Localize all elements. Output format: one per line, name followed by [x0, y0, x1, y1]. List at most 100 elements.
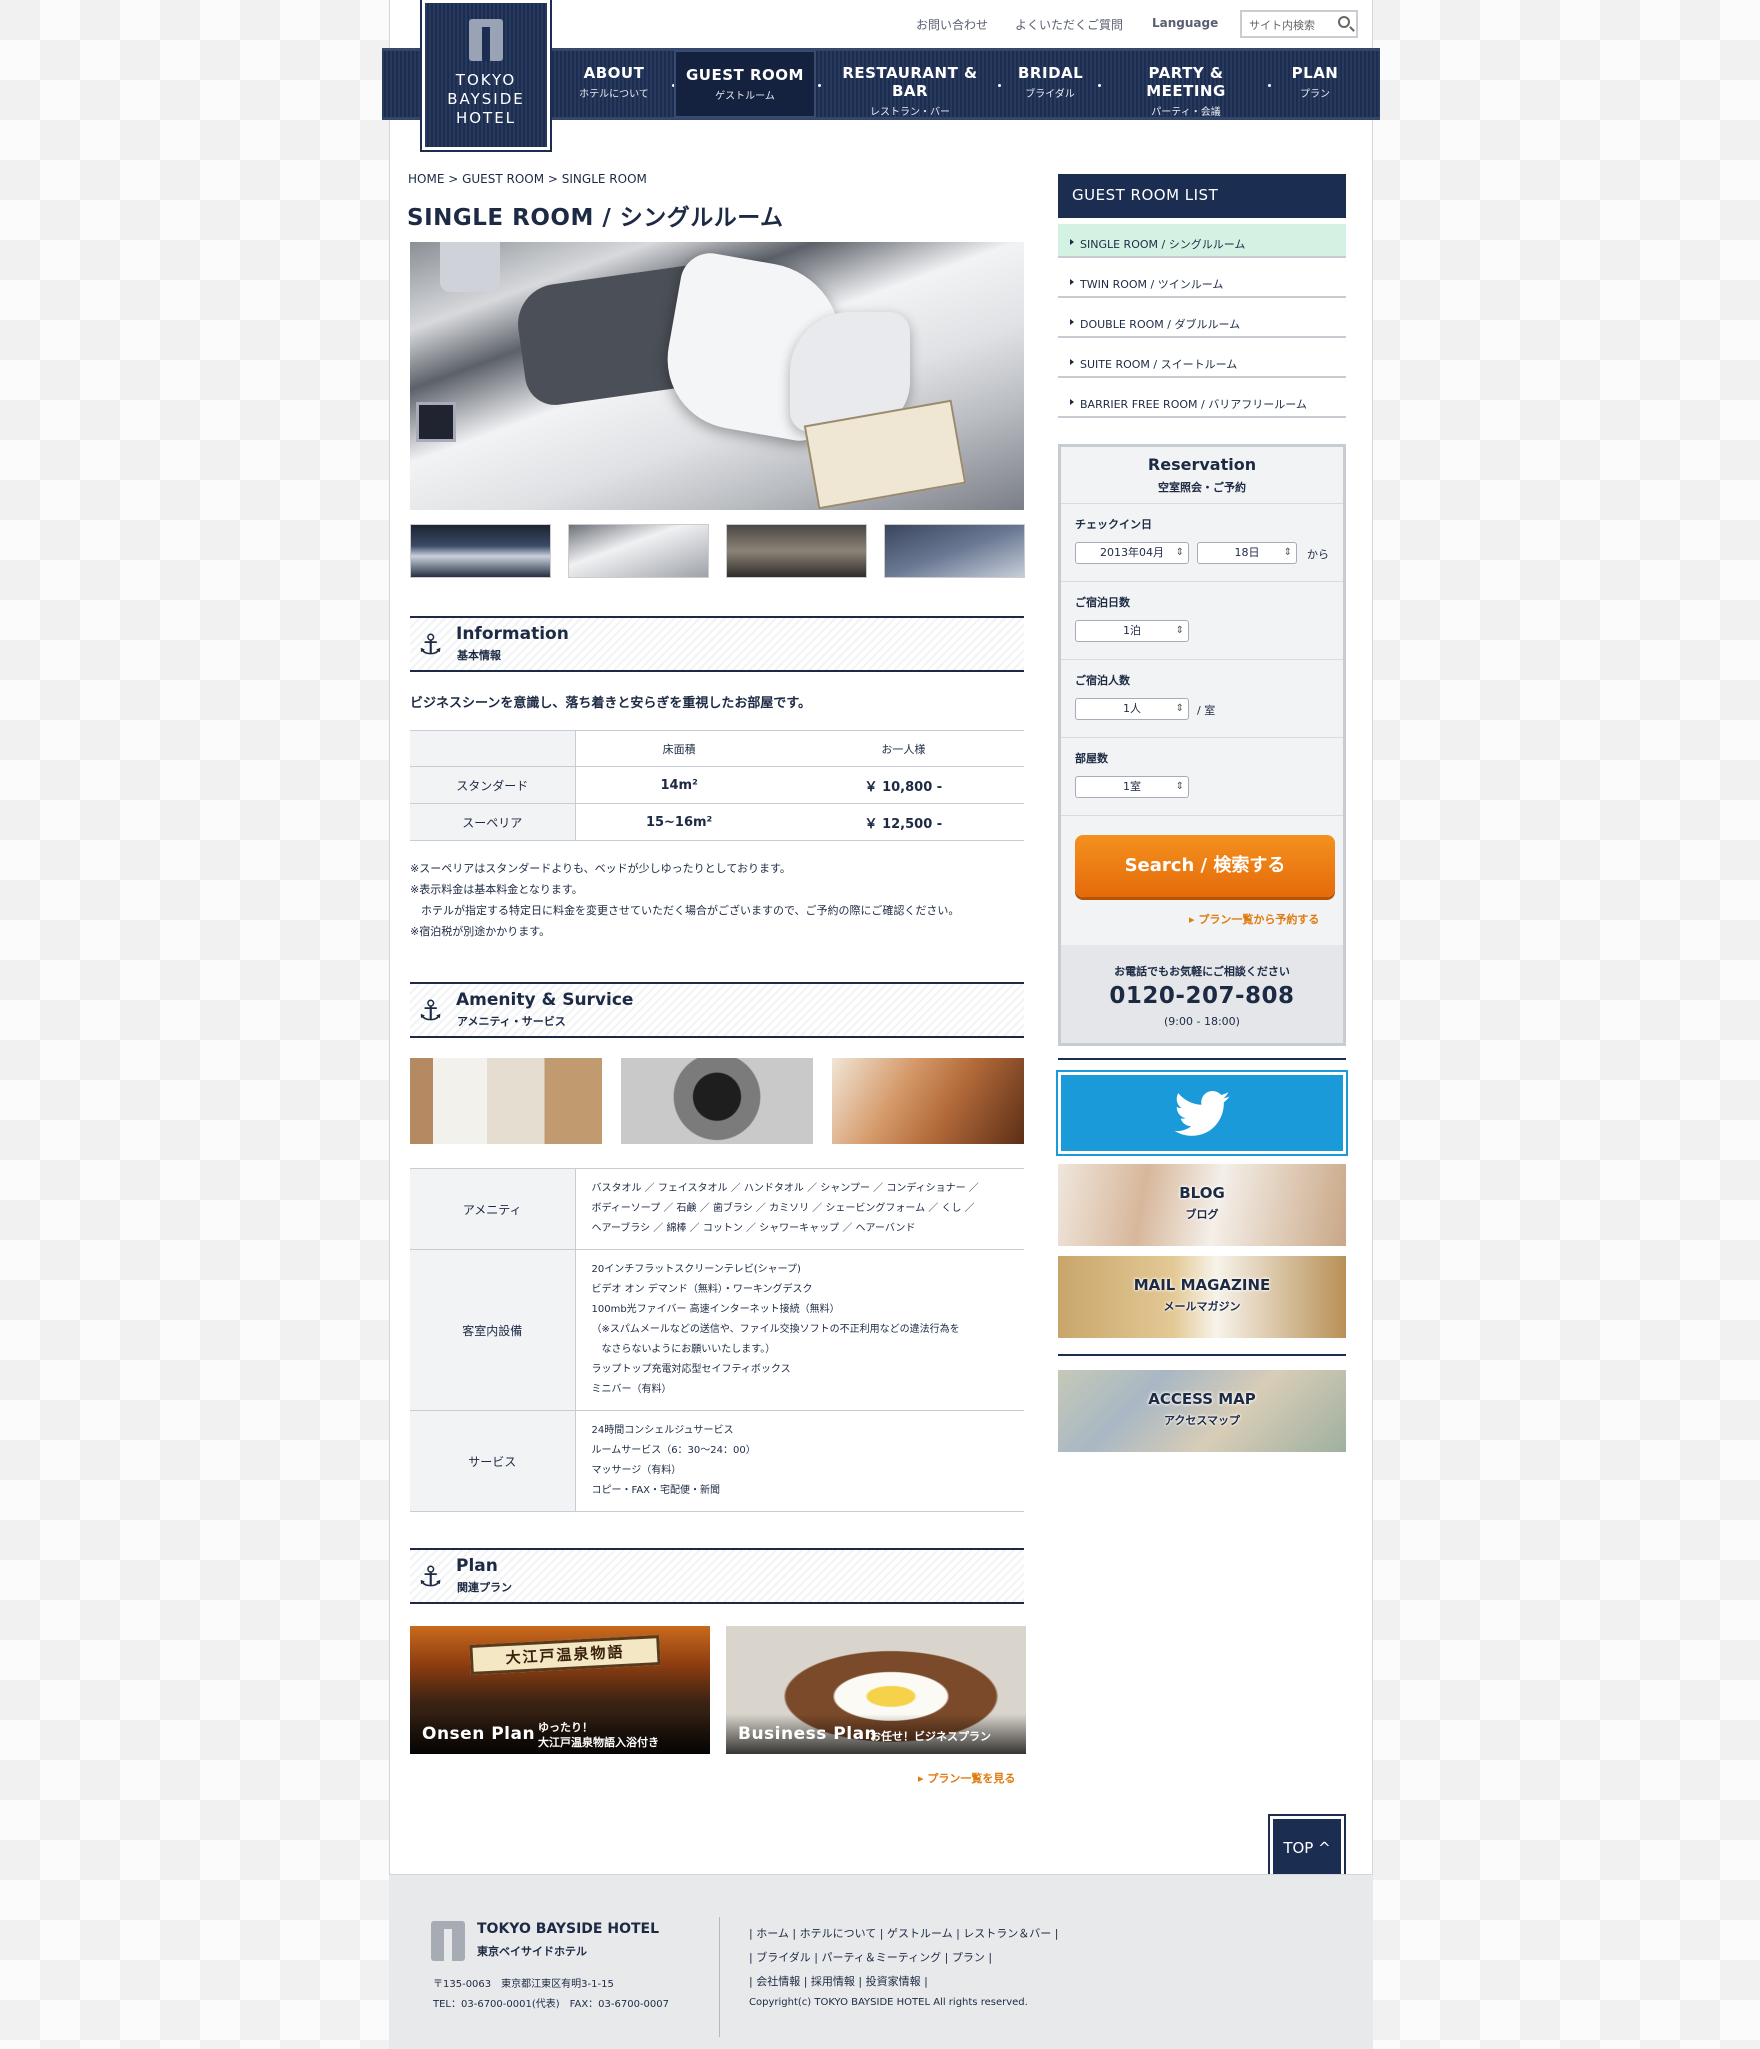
wifi-photo: [621, 1058, 813, 1144]
nav-separator: [1098, 84, 1101, 87]
massage-photo: [832, 1058, 1024, 1144]
nav-about[interactable]: ABOUT ホテルについて: [574, 64, 654, 100]
footer-links-row[interactable]: | ブライダル | パーティ＆ミーティング | プラン |: [749, 1949, 992, 1965]
logo-line: TOKYO: [455, 71, 517, 89]
nav-plan-jp: プラン: [1300, 89, 1330, 100]
photo-thumbnail[interactable]: [726, 524, 867, 578]
page-title: SINGLE ROOM / シングルルーム: [407, 205, 784, 231]
language-link[interactable]: Language: [1152, 16, 1218, 30]
table-header-row: 床面積 お一人様: [410, 730, 1024, 767]
nav-restaurant-bar[interactable]: RESTAURANT & BAR レストラン・バー: [838, 64, 982, 118]
plan-subtitle-line: 大江戸温泉物語入浴付き: [538, 1736, 659, 1749]
checkin-day-select[interactable]: 18日: [1197, 542, 1297, 564]
guests-label: ご宿泊人数: [1075, 674, 1130, 687]
price-table: 床面積 お一人様 スタンダード 14m² ￥ 10,800 - スーペリア 15…: [410, 730, 1024, 841]
guests-row: ご宿泊人数 1人 / 室: [1061, 659, 1343, 735]
plan-list-link[interactable]: ▸ プラン一覧を見る: [918, 1770, 1015, 1786]
room-list-item-barrier-free[interactable]: BARRIER FREE ROOM / バリアフリールーム: [1058, 384, 1346, 418]
plan-title-jp: ゆったり！ 大江戸温泉物語入浴付き: [538, 1720, 659, 1750]
footer-logo-icon: [431, 1921, 465, 1961]
footer-links-row[interactable]: | ホーム | ホテルについて | ゲストルーム | レストラン＆バー |: [749, 1925, 1059, 1941]
search-icon[interactable]: [1338, 16, 1350, 28]
plan-reserve-link[interactable]: ▸ プラン一覧から予約する: [1189, 911, 1319, 927]
hotel-logo[interactable]: TOKYO BAYSIDE HOTEL: [420, 0, 552, 152]
banner-title-jp: ブログ: [1185, 1208, 1219, 1221]
banner-title-en: MAIL MAGAZINE: [1133, 1276, 1271, 1294]
phone-note: お電話でもお気軽にご相談ください: [1114, 965, 1290, 978]
photo-thumbnail[interactable]: [884, 524, 1025, 578]
row-label: スタンダード: [410, 766, 576, 804]
access-map-banner[interactable]: ACCESS MAP アクセスマップ: [1058, 1370, 1346, 1452]
equipment-value: 20インチフラットスクリーンテレビ(シャープ) ビデオ オン デマンド（無料）・…: [575, 1249, 1024, 1411]
plan-reserve-link-label: プラン一覧から予約する: [1198, 913, 1320, 926]
rooms-select[interactable]: 1室: [1075, 776, 1189, 798]
room-list-item-twin[interactable]: TWIN ROOM / ツインルーム: [1058, 264, 1346, 298]
back-to-top-button[interactable]: TOP ^: [1268, 1814, 1346, 1882]
section-title-jp: 関連プラン: [457, 1581, 512, 1594]
site-search-input[interactable]: サイト内検索: [1240, 10, 1358, 38]
contact-link[interactable]: お問い合わせ: [916, 16, 988, 33]
room-list-item-suite[interactable]: SUITE ROOM / スイートルーム: [1058, 344, 1346, 378]
nights-row: ご宿泊日数 1泊: [1061, 581, 1343, 657]
per-room-label: / 室: [1197, 704, 1216, 717]
banner-title-jp: メールマガジン: [1163, 1300, 1241, 1313]
twitter-banner[interactable]: [1056, 1070, 1348, 1156]
photo-thumbnail[interactable]: [410, 524, 551, 578]
nav-about-jp: ホテルについて: [579, 89, 649, 100]
phone-number[interactable]: 0120-207-808: [1061, 983, 1343, 1009]
service-value: 24時間コンシェルジュサービス ルームサービス（6：30〜24：00） マッサー…: [575, 1410, 1024, 1512]
onsen-plan-card[interactable]: 大江戸温泉物語 Onsen Plan ゆったり！ 大江戸温泉物語入浴付き: [410, 1626, 710, 1754]
section-title-jp: アメニティ・サービス: [457, 1015, 566, 1028]
row-label: スーペリア: [410, 803, 576, 841]
service-text: 24時間コンシェルジュサービス ルームサービス（6：30〜24：00） マッサー…: [591, 1425, 756, 1496]
nav-party-meeting[interactable]: PARTY & MEETING パーティ・会議: [1118, 64, 1254, 118]
faq-link[interactable]: よくいただくご質問: [1015, 16, 1123, 33]
nav-party-en: PARTY & MEETING: [1146, 64, 1226, 100]
section-title-en: Plan: [456, 1556, 498, 1576]
row-label: サービス: [410, 1410, 576, 1512]
nav-plan[interactable]: PLAN プラン: [1290, 64, 1340, 100]
onsen-sign: 大江戸温泉物語: [469, 1635, 661, 1675]
reservation-subtitle: 空室照会・ご予約: [1158, 481, 1246, 494]
blog-banner[interactable]: BLOG ブログ: [1058, 1164, 1346, 1246]
business-plan-card[interactable]: Business Plan お任せ！ビジネスプラン: [726, 1626, 1026, 1754]
section-header-amenity: ⚓ Amenity & Survice アメニティ・サービス: [410, 982, 1024, 1038]
nav-guest-room-en: GUEST ROOM: [686, 66, 804, 84]
reservation-box: Reservation 空室照会・ご予約 チェックイン日 2013年04月 18…: [1058, 444, 1346, 1046]
sidebar-divider: [1058, 1058, 1346, 1060]
plan-title-en: Business Plan: [738, 1724, 878, 1744]
chevron-up-icon: ^: [1313, 1839, 1331, 1857]
room-list-item-double[interactable]: DOUBLE ROOM / ダブルルーム: [1058, 304, 1346, 338]
area-cell: 14m²: [575, 766, 783, 804]
guests-select[interactable]: 1人: [1075, 698, 1189, 720]
mail-magazine-banner[interactable]: MAIL MAGAZINE メールマガジン: [1058, 1256, 1346, 1338]
footer-hotel-name-jp: 東京ベイサイドホテル: [477, 1945, 587, 1958]
price-cell: ￥ 12,500 -: [782, 803, 1024, 841]
checkin-month-select[interactable]: 2013年04月: [1075, 542, 1189, 564]
rooms-label: 部屋数: [1075, 752, 1108, 765]
twitter-bird-icon: [1174, 1091, 1230, 1136]
plan-title-en: Onsen Plan: [422, 1724, 536, 1744]
breadcrumb[interactable]: HOME > GUEST ROOM > SINGLE ROOM: [408, 172, 647, 186]
nav-separator: [998, 84, 1001, 87]
copyright: Copyright(c) TOKYO BAYSIDE HOTEL All rig…: [749, 1997, 1028, 2008]
lamp-shape: [440, 242, 500, 292]
nav-separator: [818, 84, 821, 87]
nav-party-jp: パーティ・会議: [1151, 107, 1221, 118]
nav-bridal[interactable]: BRIDAL ブライダル: [1018, 64, 1083, 100]
table-row: 客室内設備 20インチフラットスクリーンテレビ(シャープ) ビデオ オン デマン…: [410, 1249, 1024, 1411]
nights-label: ご宿泊日数: [1075, 596, 1130, 609]
checkin-label: チェックイン日: [1075, 518, 1152, 531]
column-header: お一人様: [782, 730, 1024, 767]
footer-links-row[interactable]: | 会社情報 | 採用情報 | 投資家情報 |: [749, 1973, 928, 1989]
price-cell: ￥ 10,800 -: [782, 766, 1024, 804]
search-button[interactable]: Search / 検索する: [1075, 835, 1335, 897]
table-row: スタンダード 14m² ￥ 10,800 -: [410, 766, 1024, 804]
phone-box: お電話でもお気軽にご相談ください 0120-207-808 (9:00 - 18…: [1061, 945, 1343, 1043]
nav-guest-room[interactable]: GUEST ROOM ゲストルーム: [674, 50, 816, 118]
column-header: 床面積: [575, 730, 783, 767]
banner-title-en: ACCESS MAP: [1148, 1390, 1256, 1408]
nights-select[interactable]: 1泊: [1075, 620, 1189, 642]
photo-thumbnail[interactable]: [568, 524, 709, 578]
room-list-item-single[interactable]: SINGLE ROOM / シングルルーム: [1058, 224, 1346, 258]
